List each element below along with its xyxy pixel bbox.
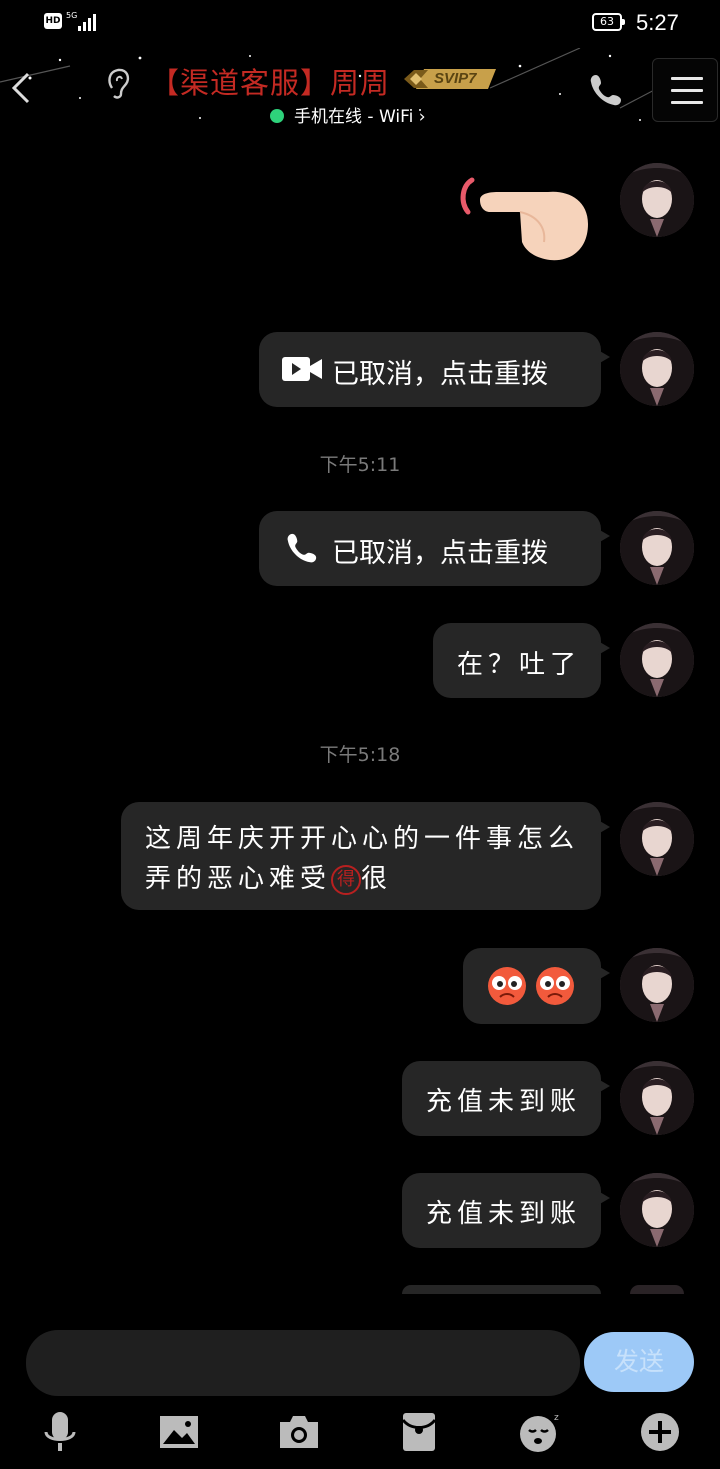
avatar-image	[620, 623, 694, 697]
avatar-image	[620, 332, 694, 406]
online-status-text: 手机在线 - WiFi	[294, 107, 414, 127]
online-dot-icon	[270, 109, 284, 123]
phone-call-icon[interactable]	[588, 72, 624, 108]
battery-icon: 63	[592, 13, 625, 31]
avatar-image	[620, 802, 694, 876]
text-message-bubble[interactable]: 充值未到账	[402, 1173, 610, 1248]
avatar-image	[620, 163, 694, 237]
chat-header: 【渠道客服】周周 SVIP7 手机在线 - WiFi ›	[0, 48, 720, 136]
text-message-bubble[interactable]: 在？吐了	[433, 623, 610, 698]
text-message-bubble[interactable]: 这周年庆开开心心的一件事怎么 弄的恶心难受得很	[121, 802, 610, 910]
worried-face-icon	[536, 967, 574, 1005]
emoji-message-bubble[interactable]	[463, 948, 610, 1024]
message-text-part: 很	[361, 864, 393, 894]
avatar-image	[620, 948, 694, 1022]
status-bar: HD 5G 63 5:27	[0, 0, 720, 48]
avatar[interactable]	[620, 1173, 694, 1247]
timestamp: 下午5:11	[319, 454, 401, 476]
avatar[interactable]	[620, 511, 694, 585]
call-message-bubble[interactable]: 已取消，点击重拨	[259, 332, 610, 407]
avatar-image	[620, 1061, 694, 1135]
message-text: 充值未到账	[426, 1199, 582, 1229]
message-text-line1: 这周年庆开开心心的一件事怎么	[145, 824, 580, 854]
avatar[interactable]	[620, 948, 694, 1022]
text-message-bubble[interactable]: 充值未到账	[402, 1061, 610, 1136]
hd-icon: HD	[44, 13, 62, 29]
chat-title[interactable]: 【渠道客服】周周	[150, 60, 390, 102]
svg-text:z: z	[554, 1413, 559, 1423]
message-text-line2: 弄的恶心难受得很	[145, 858, 392, 895]
video-call-icon	[282, 357, 322, 381]
avatar[interactable]	[620, 1061, 694, 1135]
avatar-image	[620, 511, 694, 585]
call-status-text: 已取消，点击重拨	[332, 538, 548, 569]
call-status-text: 已取消，点击重拨	[332, 359, 548, 390]
avatar[interactable]	[620, 332, 694, 406]
plus-icon[interactable]	[638, 1410, 682, 1454]
clock: 5:27	[636, 10, 679, 35]
back-icon[interactable]	[8, 68, 38, 108]
red-packet-icon[interactable]	[397, 1410, 441, 1454]
call-message-bubble[interactable]: 已取消，点击重拨	[259, 511, 610, 586]
voice-icon[interactable]	[38, 1410, 82, 1454]
sticker-icon[interactable]: z	[518, 1410, 562, 1454]
svip-level: SVIP7	[434, 70, 477, 87]
avatar[interactable]	[620, 802, 694, 876]
network-type: 5G	[66, 11, 78, 20]
clipped-message-bubble	[402, 1285, 601, 1294]
avatar[interactable]	[620, 623, 694, 697]
chat-menu-button[interactable]	[652, 58, 718, 122]
phone-call-icon	[287, 533, 317, 563]
send-button[interactable]: 发送	[584, 1332, 694, 1392]
avatar[interactable]	[620, 163, 694, 237]
clipped-avatar	[630, 1285, 684, 1294]
message-text: 在？吐了	[457, 650, 582, 680]
chevron-right-icon: ›	[418, 107, 426, 127]
avatar-image	[620, 1173, 694, 1247]
de-badge: 得	[331, 865, 362, 895]
message-text-part: 弄的恶心难受	[145, 864, 332, 894]
camera-icon[interactable]	[277, 1410, 321, 1454]
worried-face-icon	[488, 967, 526, 1005]
message-input[interactable]	[26, 1330, 580, 1396]
timestamp: 下午5:18	[319, 744, 401, 766]
poke-hand-icon[interactable]	[458, 172, 592, 264]
online-status[interactable]: 手机在线 - WiFi ›	[270, 102, 426, 127]
image-icon[interactable]	[157, 1410, 201, 1454]
earpiece-mode-icon[interactable]	[104, 66, 134, 100]
message-text: 充值未到账	[426, 1087, 582, 1117]
signal-icon	[78, 13, 100, 31]
